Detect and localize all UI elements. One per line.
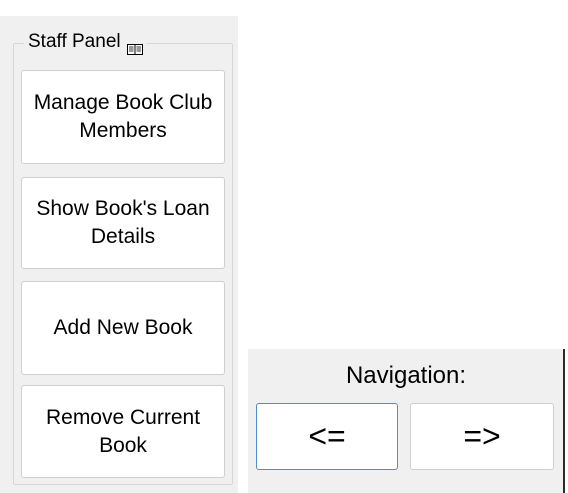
manage-book-club-members-label: Manage Book Club Members (33, 91, 213, 142)
remove-current-book-label: Remove Current Book (45, 405, 201, 457)
app-canvas: Staff Panel Manage Book Club Members Sho… (0, 0, 568, 493)
navigation-label: Navigation: (345, 362, 467, 389)
previous-record-label: <= (308, 418, 346, 454)
add-new-book-label: Add New Book (53, 316, 193, 339)
show-book-loan-details-button[interactable]: Show Book's Loan Details (21, 177, 225, 269)
add-new-book-button[interactable]: Add New Book (21, 281, 225, 375)
next-record-button[interactable]: => (410, 403, 554, 470)
staff-panel-title-text: Staff Panel (28, 31, 121, 52)
next-record-label: => (463, 418, 501, 454)
book-icon (126, 38, 143, 55)
remove-current-book-button[interactable]: Remove Current Book (21, 385, 225, 478)
previous-record-button[interactable]: <= (256, 403, 398, 470)
show-book-loan-details-label: Show Book's Loan Details (36, 197, 210, 248)
manage-book-club-members-button[interactable]: Manage Book Club Members (21, 70, 225, 164)
staff-panel-title: Staff Panel (24, 30, 147, 55)
